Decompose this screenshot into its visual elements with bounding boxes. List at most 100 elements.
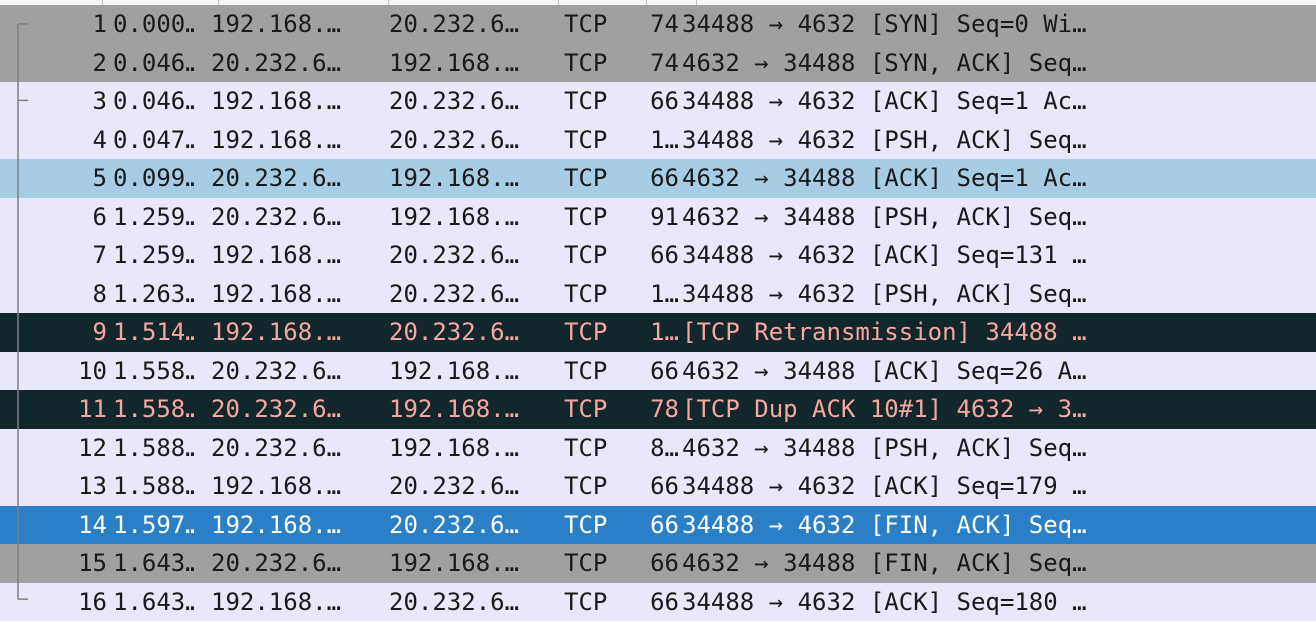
cell-info: [TCP Dup ACK 10#1] 4632 → 3… <box>682 390 1316 429</box>
cell-length: 8… <box>633 429 679 468</box>
cell-info: 4632 → 34488 [ACK] Seq=26 A… <box>682 352 1316 391</box>
cell-source: 192.168.… <box>211 313 373 352</box>
cell-no: 9 <box>0 313 111 352</box>
cell-source: 20.232.6… <box>211 390 373 429</box>
packet-row[interactable]: 91.514… 192.168.… 20.232.6… TCP1…[TCP Retra… <box>0 313 1316 352</box>
cell-protocol: TCP <box>564 583 632 622</box>
cell-length: 1… <box>633 275 679 314</box>
cell-no: 7 <box>0 236 111 275</box>
cell-dest: 20.232.6… <box>389 583 551 622</box>
packet-row[interactable]: 151.643…20.232.6…192.168.…TCP664632 → 34… <box>0 544 1316 583</box>
packet-row[interactable]: 40.047…192.168.…20.232.6…TCP1…34488 → 46… <box>0 121 1316 160</box>
cell-protocol: TCP <box>564 275 632 314</box>
packet-row[interactable]: 101.558…20.232.6…192.168.…TCP664632 → 34… <box>0 352 1316 391</box>
packet-row[interactable]: 141.597… 192.168.… 20.232.6… TCP6634488 → 4… <box>0 506 1316 545</box>
cell-source: 20.232.6… <box>211 159 373 198</box>
cell-protocol: TCP <box>564 506 632 545</box>
cell-info: 34488 → 4632 [ACK] Seq=131 … <box>682 236 1316 275</box>
cell-no: 13 <box>0 467 111 506</box>
cell-time: 1.514… <box>113 313 195 352</box>
cell-no: 14 <box>0 506 111 545</box>
cell-no: 2 <box>0 44 111 83</box>
cell-time: 1.259… <box>113 236 195 275</box>
cell-length: 66 <box>633 506 679 545</box>
cell-source: 192.168.… <box>211 5 373 44</box>
cell-protocol: TCP <box>564 313 632 352</box>
cell-info: 34488 → 4632 [PSH, ACK] Seq… <box>682 121 1316 160</box>
cell-source: 192.168.… <box>211 506 373 545</box>
cell-time: 0.046… <box>113 44 195 83</box>
packet-row[interactable]: 61.259…20.232.6…192.168.…TCP914632 → 344… <box>0 198 1316 237</box>
cell-dest: 20.232.6… <box>389 313 551 352</box>
cell-info: 34488 → 4632 [FIN, ACK] Seq… <box>682 506 1316 545</box>
packet-row[interactable]: 71.259… 192.168.… 20.232.6… TCP6634488 → 46… <box>0 236 1316 275</box>
cell-protocol: TCP <box>564 467 632 506</box>
cell-dest: 192.168.… <box>389 544 551 583</box>
cell-no: 6 <box>0 198 111 237</box>
cell-source: 20.232.6… <box>211 544 373 583</box>
cell-protocol: TCP <box>564 352 632 391</box>
cell-no: 16 <box>0 583 111 622</box>
cell-dest: 192.168.… <box>389 352 551 391</box>
cell-source: 192.168.… <box>211 82 373 121</box>
cell-info: 34488 → 4632 [ACK] Seq=180 … <box>682 583 1316 622</box>
cell-length: 74 <box>633 44 679 83</box>
cell-time: 1.558… <box>113 352 195 391</box>
cell-info: 34488 → 4632 [ACK] Seq=179 … <box>682 467 1316 506</box>
cell-time: 1.558… <box>113 390 195 429</box>
cell-no: 10 <box>0 352 111 391</box>
cell-no: 15 <box>0 544 111 583</box>
cell-source: 192.168.… <box>211 236 373 275</box>
cell-source: 20.232.6… <box>211 429 373 468</box>
cell-length: 74 <box>633 5 679 44</box>
cell-no: 4 <box>0 121 111 160</box>
cell-dest: 20.232.6… <box>389 121 551 160</box>
packet-row[interactable]: 50.099…20.232.6…192.168.…TCP664632 → 344… <box>0 159 1316 198</box>
packet-row[interactable]: 121.588…20.232.6…192.168.…TCP8…4632 → 34… <box>0 429 1316 468</box>
cell-dest: 20.232.6… <box>389 506 551 545</box>
cell-length: 78 <box>633 390 679 429</box>
cell-time: 0.046… <box>113 82 195 121</box>
cell-no: 1 <box>0 5 111 44</box>
cell-dest: 192.168.… <box>389 44 551 83</box>
cell-info: 4632 → 34488 [ACK] Seq=1 Ac… <box>682 159 1316 198</box>
cell-dest: 20.232.6… <box>389 5 551 44</box>
cell-length: 66 <box>633 352 679 391</box>
packet-row[interactable]: 30.046…192.168.…20.232.6…TCP6634488 → 46… <box>0 82 1316 121</box>
packet-row[interactable]: 111.558…20.232.6…192.168.…TCP78[TCP Dup … <box>0 390 1316 429</box>
cell-length: 1… <box>633 313 679 352</box>
cell-time: 0.047… <box>113 121 195 160</box>
packet-row[interactable]: 81.263…192.168.…20.232.6…TCP1…34488 → 46… <box>0 275 1316 314</box>
cell-source: 192.168.… <box>211 275 373 314</box>
cell-time: 1.643… <box>113 544 195 583</box>
cell-length: 66 <box>633 544 679 583</box>
cell-source: 20.232.6… <box>211 44 373 83</box>
cell-no: 11 <box>0 390 111 429</box>
cell-protocol: TCP <box>564 198 632 237</box>
cell-source: 192.168.… <box>211 121 373 160</box>
cell-dest: 192.168.… <box>389 159 551 198</box>
cell-time: 1.263… <box>113 275 195 314</box>
packet-rows-container: 10.000…192.168.…20.232.6…TCP7434488 → 46… <box>0 5 1316 621</box>
cell-info: [TCP Retransmission] 34488 … <box>682 313 1316 352</box>
cell-no: 5 <box>0 159 111 198</box>
cell-length: 66 <box>633 159 679 198</box>
cell-time: 1.588… <box>113 467 195 506</box>
cell-length: 66 <box>633 583 679 622</box>
cell-dest: 192.168.… <box>389 198 551 237</box>
packet-row[interactable]: 131.588…192.168.…20.232.6…TCP6634488 → 4… <box>0 467 1316 506</box>
cell-protocol: TCP <box>564 236 632 275</box>
cell-info: 4632 → 34488 [FIN, ACK] Seq… <box>682 544 1316 583</box>
packet-row[interactable]: 10.000…192.168.…20.232.6…TCP7434488 → 46… <box>0 5 1316 44</box>
packet-row[interactable]: 161.643…192.168.…20.232.6…TCP6634488 → 4… <box>0 583 1316 622</box>
cell-dest: 20.232.6… <box>389 236 551 275</box>
packet-row[interactable]: 20.046…20.232.6…192.168.…TCP744632 → 344… <box>0 44 1316 83</box>
cell-protocol: TCP <box>564 429 632 468</box>
cell-info: 34488 → 4632 [SYN] Seq=0 Wi… <box>682 5 1316 44</box>
cell-no: 8 <box>0 275 111 314</box>
cell-time: 1.597… <box>113 506 195 545</box>
packet-list-pane[interactable]: No. Time Source Destination Protocol Len… <box>0 0 1316 622</box>
cell-dest: 20.232.6… <box>389 467 551 506</box>
cell-length: 66 <box>633 236 679 275</box>
cell-length: 1… <box>633 121 679 160</box>
